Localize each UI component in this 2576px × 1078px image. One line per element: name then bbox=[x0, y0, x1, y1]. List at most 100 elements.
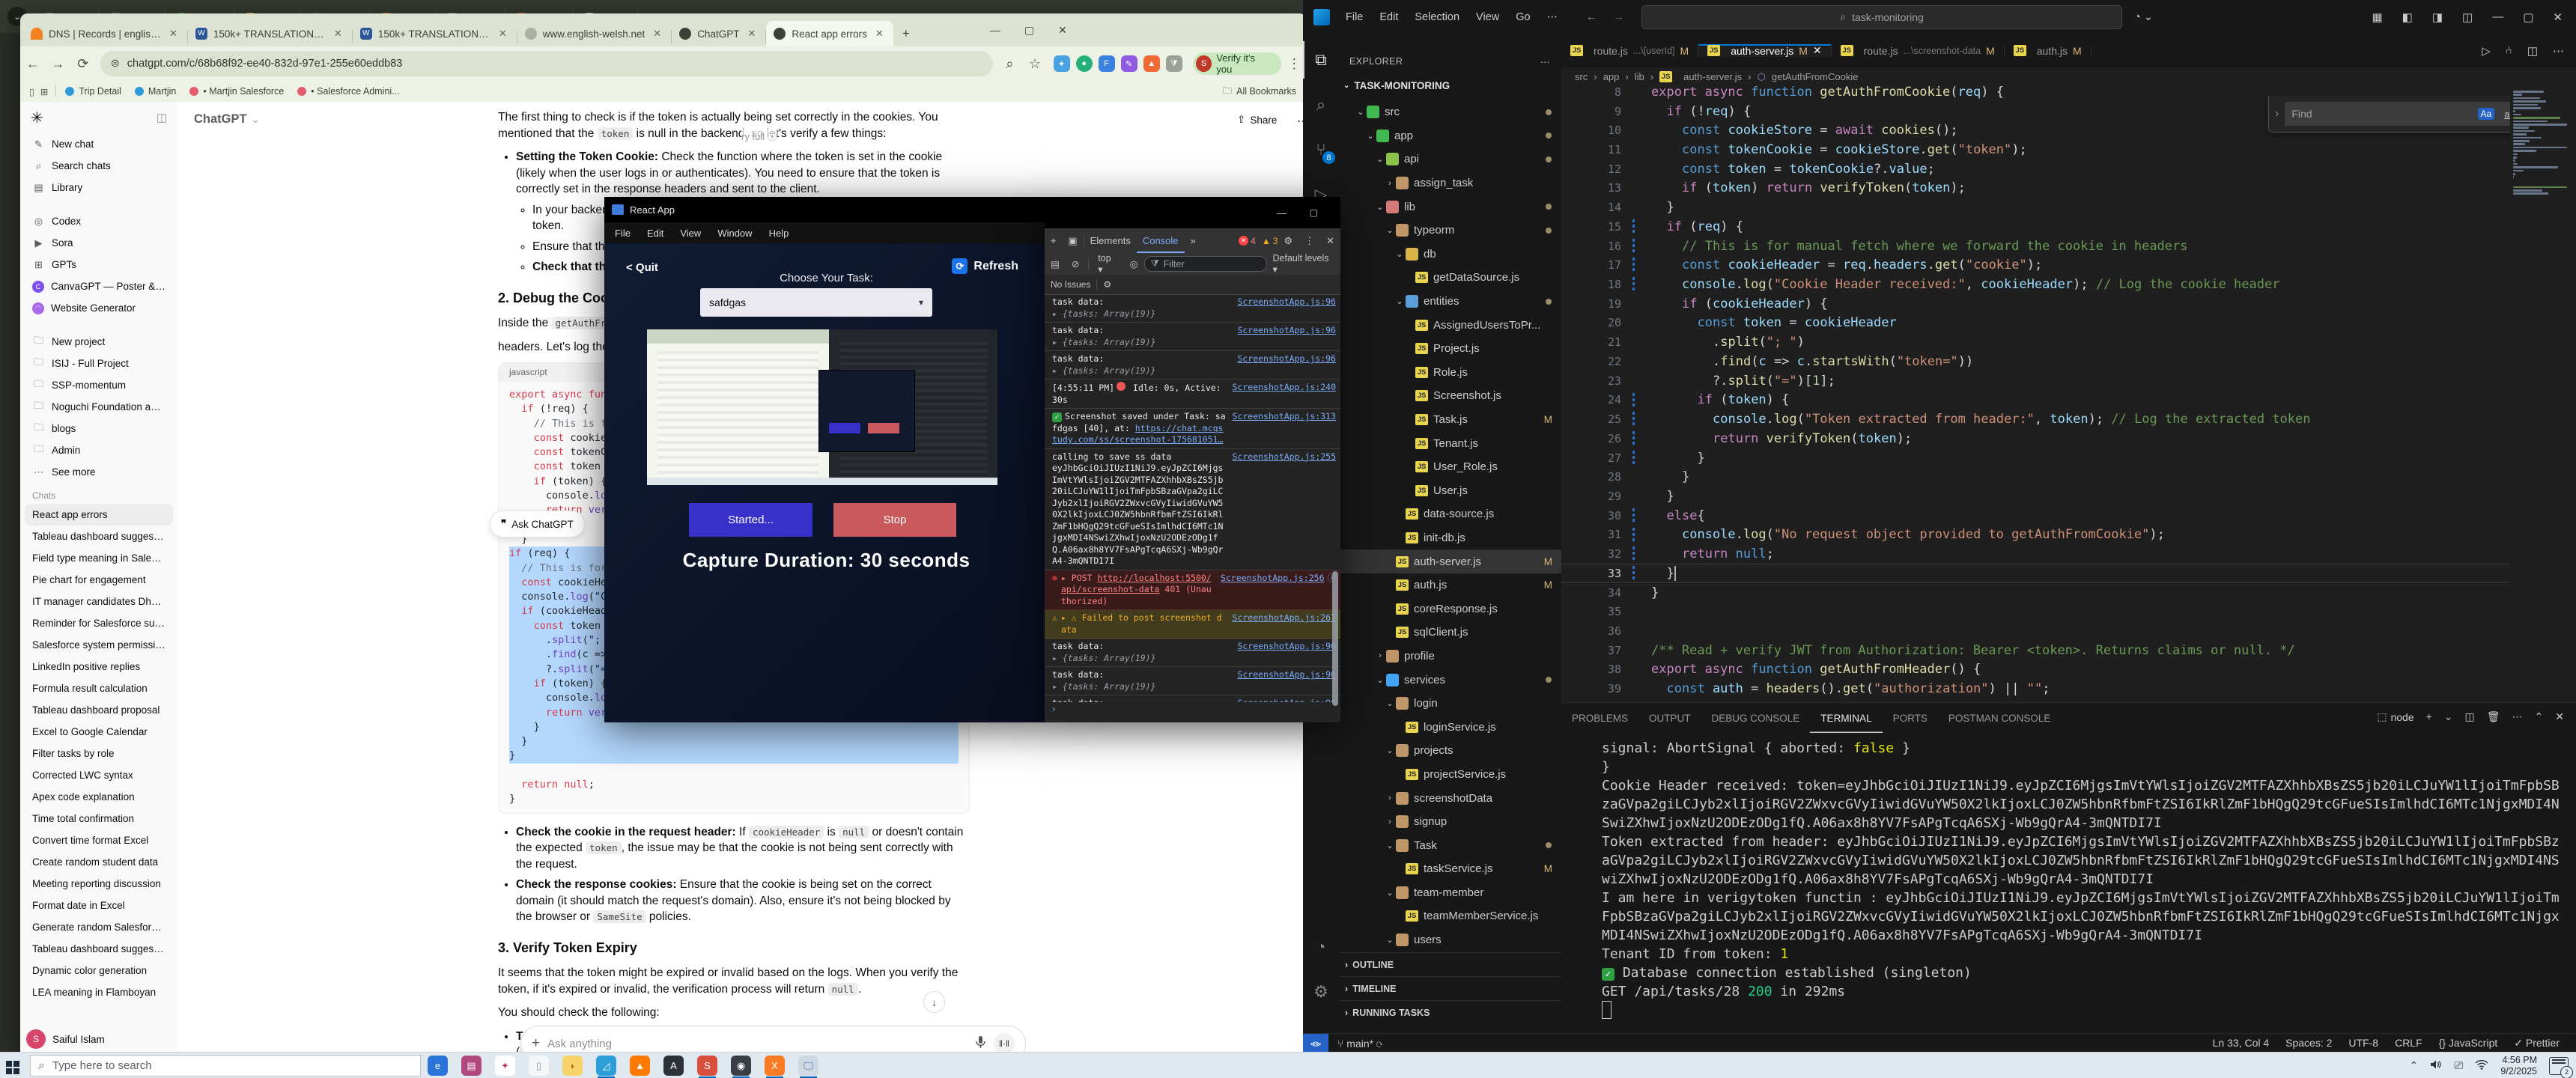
chat-history-item[interactable]: Corrected LWC syntax bbox=[25, 764, 173, 786]
status-item[interactable]: Spaces: 2 bbox=[2285, 1037, 2332, 1050]
xampp-icon[interactable]: X bbox=[765, 1056, 785, 1076]
new-terminal-icon[interactable]: + bbox=[2426, 710, 2432, 723]
terminal-shell-selector[interactable]: ⬚node bbox=[2377, 710, 2414, 723]
sidebar-section-header[interactable]: ›OUTLINE bbox=[1339, 952, 1561, 976]
sidebar-nav-item[interactable]: ▤Library bbox=[25, 177, 173, 198]
all-bookmarks-button[interactable]: 🗀 All Bookmarks bbox=[1223, 84, 1296, 100]
devtools-scrollbar[interactable] bbox=[1332, 571, 1338, 706]
start-button[interactable] bbox=[0, 1057, 25, 1074]
settings-gear-icon[interactable]: ⚙ bbox=[1303, 973, 1339, 1011]
panel-maximize-icon[interactable]: ⌃ bbox=[2535, 710, 2544, 723]
tab-close-icon[interactable]: ✕ bbox=[651, 28, 663, 40]
share-button[interactable]: ⇧Share bbox=[1237, 114, 1277, 126]
code-line[interactable]: 15 if (req) { bbox=[1561, 217, 2510, 237]
warning-count-badge[interactable]: ▲3 bbox=[1262, 236, 1278, 246]
started-button[interactable]: Started... bbox=[689, 503, 812, 537]
menu-item[interactable]: File bbox=[615, 228, 631, 239]
tree-item[interactable]: JSProject.js bbox=[1339, 337, 1561, 361]
editor-more-icon[interactable]: ⋯ bbox=[2553, 44, 2564, 58]
tree-item[interactable]: ›profile bbox=[1339, 645, 1561, 669]
tree-chevron-icon[interactable]: ⌄ bbox=[1374, 154, 1386, 164]
extension-icon[interactable]: ✎ bbox=[1121, 55, 1137, 72]
ask-chatgpt-popover[interactable]: ❞ Ask ChatGPT bbox=[490, 511, 585, 538]
tab-console[interactable]: Console bbox=[1137, 228, 1185, 253]
minimap[interactable] bbox=[2510, 86, 2570, 702]
breadcrumb-item[interactable]: getAuthFromCookie bbox=[1772, 71, 1859, 82]
bookmark-item[interactable]: Martjin bbox=[135, 86, 177, 97]
breadcrumb[interactable]: src›app›lib›JSauth-server.js›⬡getAuthFro… bbox=[1561, 67, 2576, 86]
tree-chevron-icon[interactable]: ⌄ bbox=[1394, 296, 1406, 306]
chat-history-item[interactable]: Salesforce system permissions ... bbox=[25, 634, 173, 656]
tree-chevron-icon[interactable]: › bbox=[1384, 179, 1396, 188]
chat-history-item[interactable]: Filter tasks by role bbox=[25, 743, 173, 764]
sidebar-project-item[interactable]: 🗀Admin bbox=[25, 439, 173, 461]
chat-history-item[interactable]: Generate random Salesforce data bbox=[25, 916, 173, 938]
chat-history-item[interactable]: LEA meaning in Flamboyan bbox=[25, 981, 173, 1003]
code-line[interactable]: 14 } bbox=[1561, 198, 2510, 217]
sidebar-nav-item[interactable]: ✎New chat bbox=[25, 133, 173, 155]
code-line[interactable]: 13 if (token) return verifyToken(token); bbox=[1561, 179, 2510, 198]
source-location-link[interactable]: ScreenshotApp.js:256 bbox=[1221, 573, 1324, 585]
kill-terminal-icon[interactable]: 🗑 bbox=[2487, 710, 2500, 723]
address-bar[interactable]: ⊜ chatgpt.com/c/68b68f92-ee40-832d-97e1-… bbox=[100, 51, 993, 76]
code-line[interactable]: 20 const token = cookieHeader bbox=[1561, 314, 2510, 333]
voice-mode-icon[interactable]: ‖·‖ bbox=[994, 1033, 1015, 1052]
panel-tab[interactable]: TERMINAL bbox=[1810, 703, 1882, 733]
breadcrumb-item[interactable]: lib bbox=[1635, 71, 1644, 82]
profile-chip[interactable]: S Verify it's you bbox=[1193, 52, 1282, 75]
apps-grid-icon[interactable]: ⊞ bbox=[40, 86, 48, 97]
tree-item[interactable]: JSdata-source.js bbox=[1339, 502, 1561, 526]
notepad-icon[interactable]: ▯ bbox=[529, 1056, 549, 1076]
extension-icon[interactable]: ▲ bbox=[1143, 55, 1160, 72]
tree-item[interactable]: JSTask.jsM bbox=[1339, 408, 1561, 432]
tree-item[interactable]: JScoreResponse.js bbox=[1339, 597, 1561, 621]
code-line[interactable]: 26 return verifyToken(token); bbox=[1561, 429, 2510, 448]
browser-tab[interactable]: www.english-welsh.net✕ bbox=[517, 21, 671, 46]
code-editor[interactable]: 8export async function getAuthFromCookie… bbox=[1561, 86, 2510, 702]
split-editor-icon[interactable]: ◫ bbox=[2527, 44, 2538, 58]
extensions-puzzle-icon[interactable]: ⧩ bbox=[1166, 55, 1182, 72]
nav-forward-icon[interactable]: → bbox=[1606, 11, 1633, 23]
window-minimize-button[interactable]: — bbox=[2492, 10, 2503, 24]
screenshot-app-icon[interactable]: 🖵 bbox=[798, 1056, 818, 1076]
editor-tab[interactable]: JSroute.js...\screenshot-dataM bbox=[1832, 45, 2005, 57]
source-location-link[interactable]: ScreenshotApp.js:255 bbox=[1233, 451, 1336, 463]
source-location-link[interactable]: ScreenshotApp.js:96 bbox=[1237, 669, 1336, 681]
sidebar-nav-item[interactable]: ⌕Search chats bbox=[25, 155, 173, 177]
chat-history-item[interactable]: LinkedIn positive replies bbox=[25, 656, 173, 677]
match-case-icon[interactable]: Aa bbox=[2478, 108, 2495, 120]
tab-close-icon[interactable]: ✕ bbox=[496, 28, 509, 40]
window-close-button[interactable]: ✕ bbox=[2553, 10, 2563, 24]
tree-chevron-icon[interactable]: ⌄ bbox=[1384, 746, 1396, 755]
sidebar-app-item[interactable]: ⊞GPTs bbox=[25, 254, 173, 275]
breadcrumb-item[interactable]: app bbox=[1603, 71, 1620, 82]
forward-icon[interactable]: → bbox=[46, 56, 71, 72]
explorer-more-icon[interactable]: ⋯ bbox=[1540, 56, 1550, 67]
code-line[interactable]: 28 } bbox=[1561, 467, 2510, 487]
sidebar-app-item[interactable]: CCanvaGPT — Poster & Flyer... bbox=[25, 275, 173, 297]
tree-item[interactable]: JSsqlClient.js bbox=[1339, 621, 1561, 645]
code-line[interactable]: 25 console.log("Token extracted from hea… bbox=[1561, 409, 2510, 429]
sidebar-project-item[interactable]: 🗀New project bbox=[25, 331, 173, 353]
extension-icon[interactable]: ✦ bbox=[1054, 55, 1070, 72]
source-location-link[interactable]: ScreenshotApp.js:96 bbox=[1237, 698, 1336, 702]
notification-center-icon[interactable]: 2 bbox=[2549, 1057, 2569, 1075]
settings-gear-icon[interactable]: ⚙ bbox=[1278, 235, 1298, 247]
tree-item[interactable]: JSAssignedUsersToPr... bbox=[1339, 313, 1561, 337]
menubar-item[interactable]: File bbox=[1337, 11, 1371, 23]
panel-tab[interactable]: PORTS bbox=[1883, 703, 1938, 733]
new-tab-button[interactable]: + bbox=[893, 21, 919, 46]
menubar-item[interactable]: View bbox=[1468, 11, 1507, 23]
chat-history-item[interactable]: Reminder for Salesforce survey bbox=[25, 612, 173, 634]
window-maximize-button[interactable]: ▢ bbox=[1024, 24, 1034, 37]
tree-item[interactable]: JSteamMemberService.js bbox=[1339, 904, 1561, 928]
winrar-icon[interactable]: ▤ bbox=[461, 1056, 482, 1076]
tree-item[interactable]: ⌄projects bbox=[1339, 739, 1561, 763]
tree-item[interactable]: ⌄app bbox=[1339, 124, 1561, 148]
devtools-titlebar[interactable]: — ▢ bbox=[1045, 197, 1340, 228]
whole-word-icon[interactable]: ab bbox=[2500, 109, 2510, 120]
code-line[interactable]: 32 return null; bbox=[1561, 544, 2510, 564]
window-maximize-button[interactable]: ▢ bbox=[1310, 207, 1318, 218]
explorer-icon[interactable]: ⧉ bbox=[1303, 41, 1339, 79]
window-minimize-button[interactable]: — bbox=[990, 24, 1000, 37]
